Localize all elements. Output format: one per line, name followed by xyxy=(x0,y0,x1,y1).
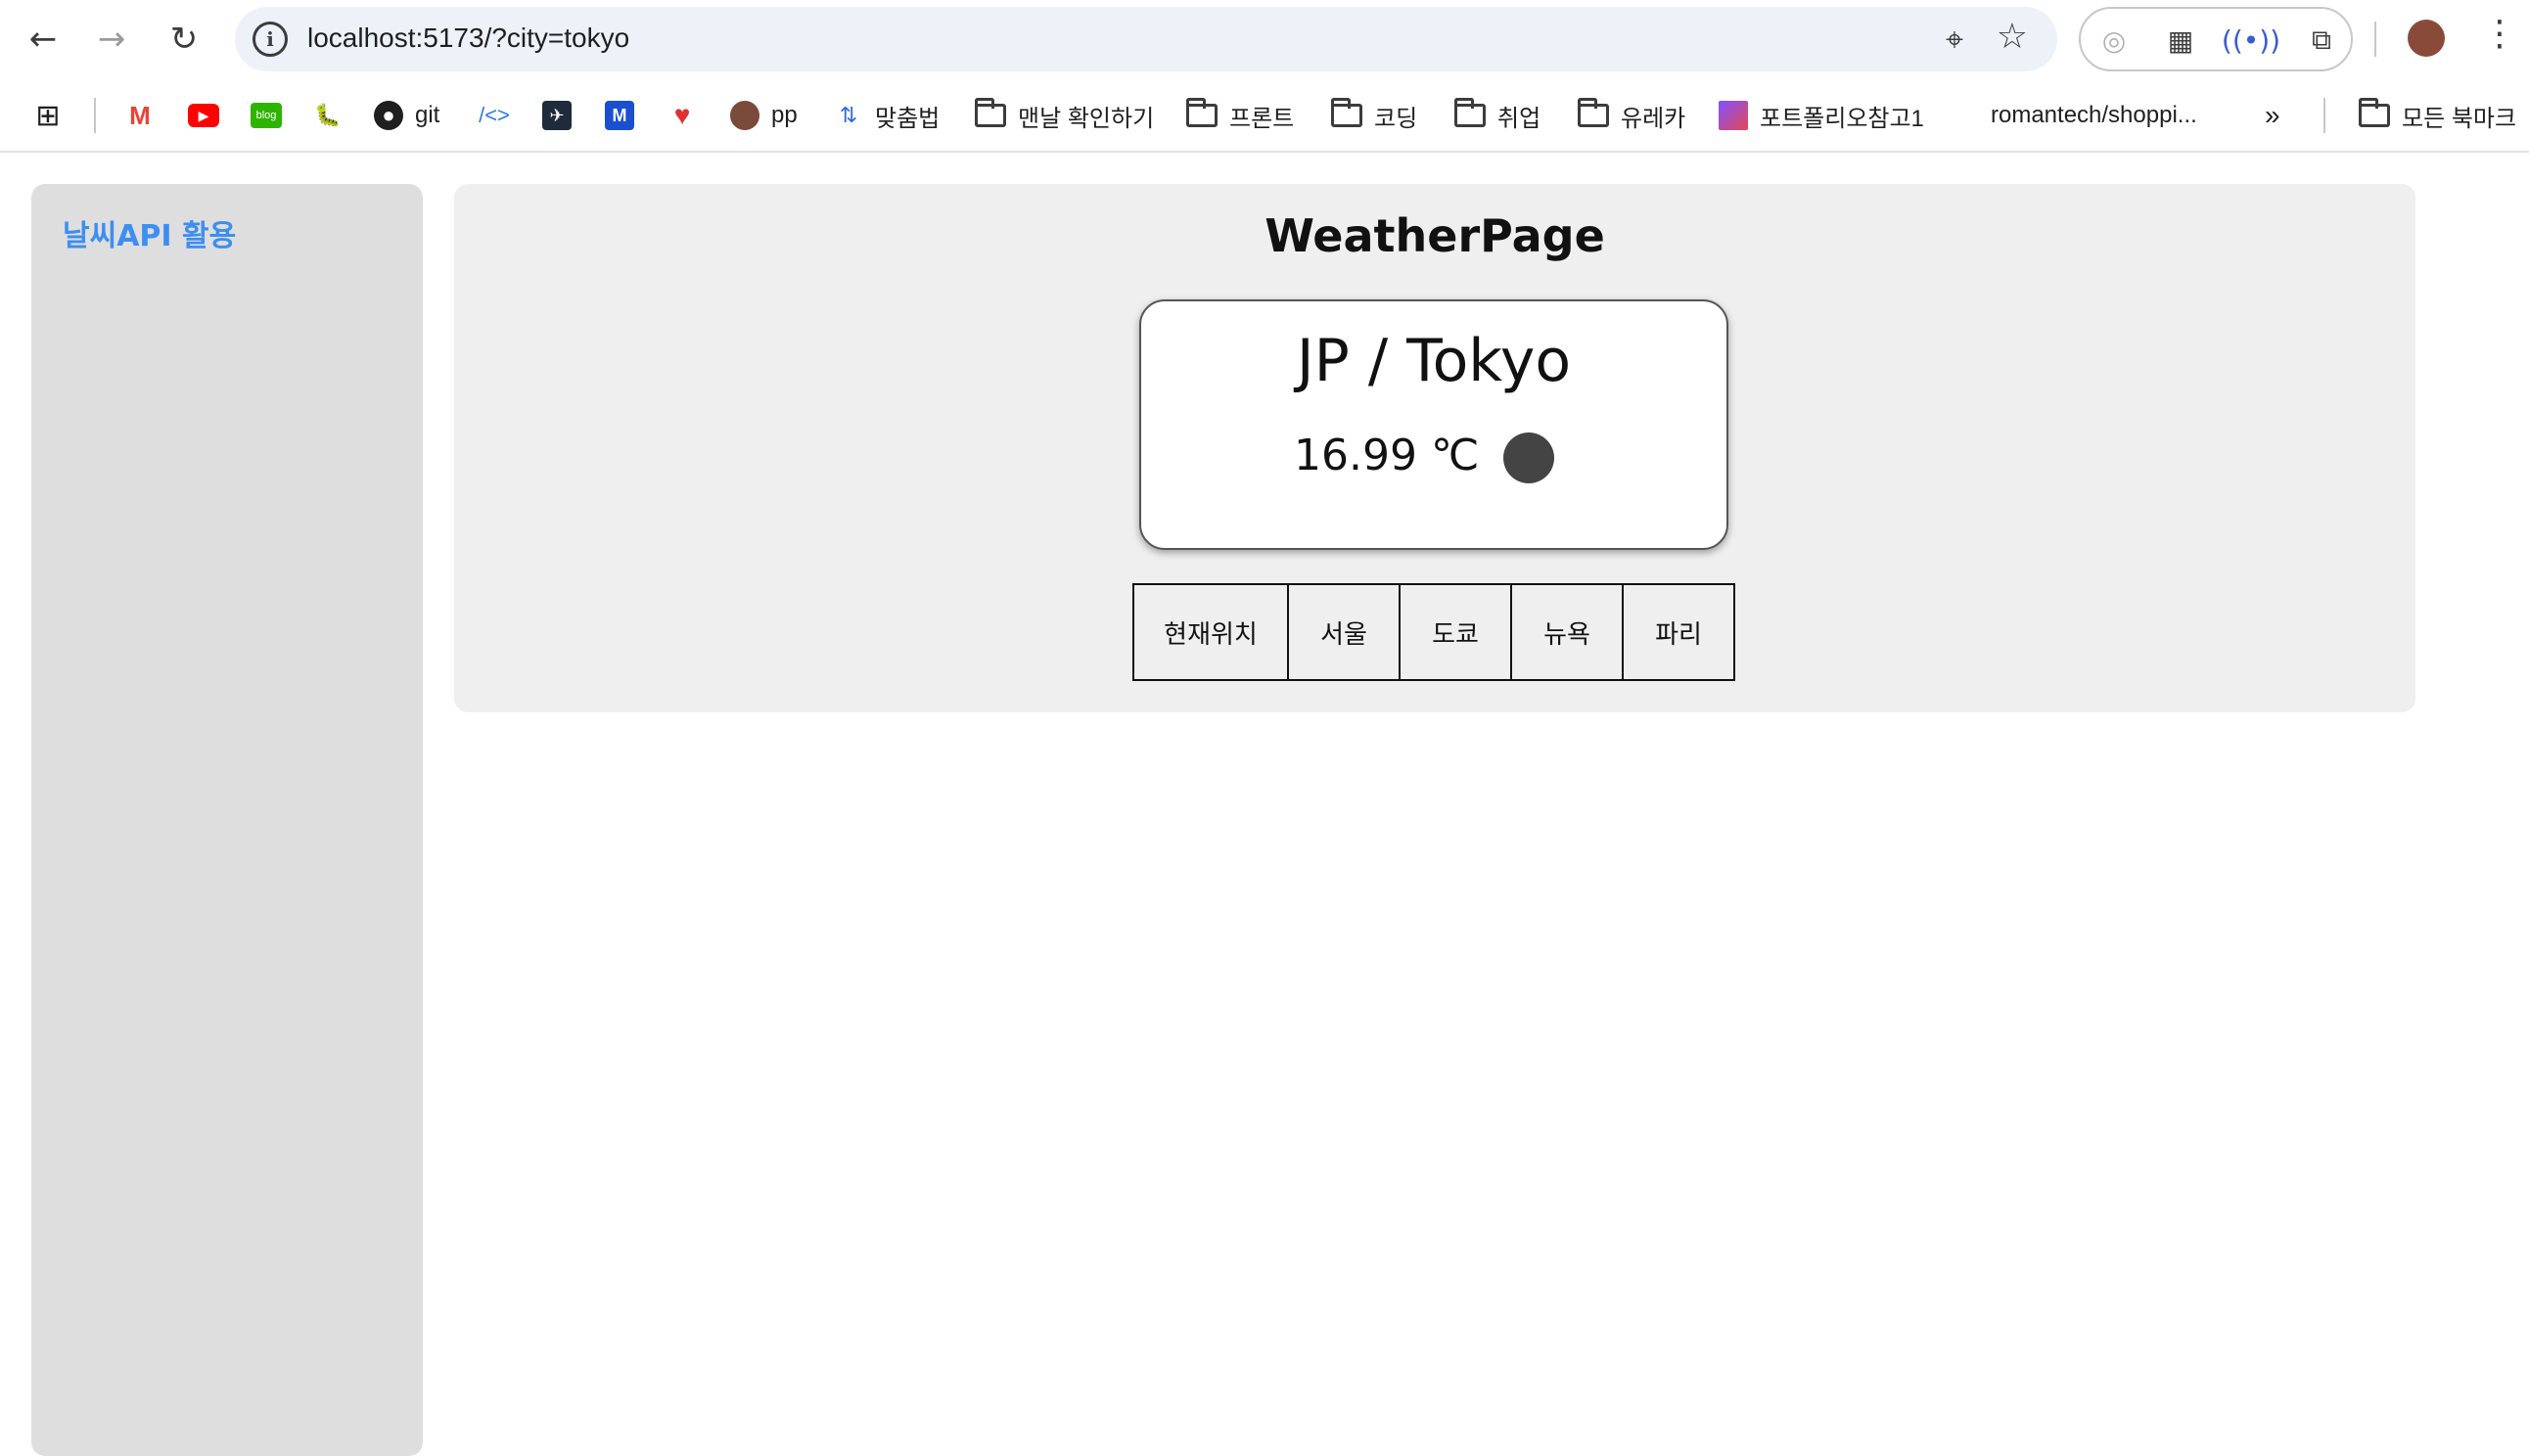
code-icon: /<> xyxy=(479,103,510,127)
apps-grid-icon[interactable]: ⊞ xyxy=(33,98,63,133)
weather-status-icon xyxy=(1503,432,1554,483)
reload-icon[interactable]: ↻ xyxy=(161,16,207,63)
extension-broadcast-icon[interactable]: ((•)) xyxy=(2222,21,2280,60)
kotlin-icon xyxy=(1719,101,1748,130)
new-york-button[interactable]: 뉴욕 xyxy=(1510,583,1624,681)
bookmark-gmail[interactable]: M xyxy=(125,98,155,133)
bookmark-code[interactable]: /<> xyxy=(479,98,510,133)
bookmark-bird[interactable]: ✈ xyxy=(542,98,572,133)
paris-button[interactable]: 파리 xyxy=(1622,583,1735,681)
bookmark-bug[interactable]: 🐛 xyxy=(313,98,343,133)
sidebar: 날씨API 활용 xyxy=(31,184,423,1456)
youtube-icon: ▶ xyxy=(188,104,219,127)
location-pin-icon[interactable]: ⌖ xyxy=(1946,21,1963,59)
m-icon: M xyxy=(605,101,634,130)
city-button-group: 현재위치 서울 도쿄 뉴욕 파리 xyxy=(1132,583,1735,681)
extension-circle-icon[interactable]: ◎ xyxy=(2094,21,2134,60)
more-bookmarks-chevron-icon[interactable]: » xyxy=(2265,98,2280,133)
forward-arrow-icon[interactable]: → xyxy=(88,16,135,63)
blog-icon: blog xyxy=(251,103,282,128)
current-location-button[interactable]: 현재위치 xyxy=(1132,583,1289,681)
folder-icon xyxy=(1186,98,1218,127)
bug-icon: 🐛 xyxy=(314,103,342,127)
bookmark-git[interactable]: ● git xyxy=(374,98,439,133)
folder-icon xyxy=(975,98,1006,127)
page-content: 날씨API 활용 WeatherPage JP / Tokyo 16.99 ℃ … xyxy=(0,155,2529,1456)
browser-toolbar: ← → ↻ i localhost:5173/?city=tokyo ⌖ ☆ ◎… xyxy=(0,0,2529,78)
site-info-icon[interactable]: i xyxy=(253,22,288,57)
avatar-icon xyxy=(730,101,759,130)
bookmark-pp[interactable]: pp xyxy=(730,98,798,133)
bookmark-folder-daily[interactable]: 맨날 확인하기 xyxy=(975,98,1154,133)
weather-panel: WeatherPage JP / Tokyo 16.99 ℃ 현재위치 서울 도… xyxy=(454,184,2415,712)
bookmark-spellcheck[interactable]: ⇅ 맞춤법 xyxy=(834,98,940,133)
heart-icon: ♥ xyxy=(673,100,691,130)
weather-location: JP / Tokyo xyxy=(1296,327,1572,395)
bookmarks-divider xyxy=(2323,98,2325,133)
folder-icon xyxy=(2359,98,2390,127)
gmail-icon: M xyxy=(129,100,151,130)
tokyo-button[interactable]: 도쿄 xyxy=(1399,583,1512,681)
folder-icon xyxy=(1578,98,1609,127)
bookmark-m[interactable]: M xyxy=(605,98,634,133)
bookmark-folder-eureka[interactable]: 유레카 xyxy=(1578,98,1685,133)
bookmarks-bar: ⊞ M ▶ blog 🐛 ● git /<> ✈ M ♥ pp ⇅ 맞춤법 맨날 확… xyxy=(0,78,2529,153)
github-icon: ● xyxy=(374,101,403,130)
bookmark-portfolio[interactable]: 포트폴리오참고1 xyxy=(1719,98,1924,133)
bookmarks-divider xyxy=(94,98,96,133)
more-menu-icon[interactable]: ⋮ xyxy=(2482,14,2517,54)
folder-icon xyxy=(1454,98,1486,127)
bookmark-blog[interactable]: blog xyxy=(251,98,282,133)
profile-avatar[interactable] xyxy=(2408,20,2445,57)
bookmark-folder-front[interactable]: 프론트 xyxy=(1186,98,1294,133)
folder-icon xyxy=(1331,98,1362,127)
bookmark-folder-coding[interactable]: 코딩 xyxy=(1331,98,1417,133)
bird-icon: ✈ xyxy=(542,101,572,130)
url-text[interactable]: localhost:5173/?city=tokyo xyxy=(307,23,629,54)
weather-temperature: 16.99 ℃ xyxy=(1294,431,1480,480)
seoul-button[interactable]: 서울 xyxy=(1287,583,1401,681)
extensions-group: ◎ ▦ ((•)) ⧉ xyxy=(2079,7,2353,71)
bookmark-all[interactable]: 모든 북마크 xyxy=(2359,98,2516,133)
bookmark-folder-job[interactable]: 취업 xyxy=(1454,98,1540,133)
address-bar[interactable]: i localhost:5173/?city=tokyo ⌖ ☆ xyxy=(235,7,2057,71)
toolbar-divider xyxy=(2374,22,2376,57)
page-title: WeatherPage xyxy=(1264,209,1605,262)
bookmark-star-icon[interactable]: ☆ xyxy=(1997,17,2028,57)
puzzle-icon[interactable]: ⧉ xyxy=(2302,21,2341,60)
bookmark-heart[interactable]: ♥ xyxy=(667,98,697,133)
back-arrow-icon[interactable]: ← xyxy=(20,16,67,63)
sidebar-title[interactable]: 날씨API 활용 xyxy=(63,211,236,254)
weather-card: JP / Tokyo 16.99 ℃ xyxy=(1139,299,1728,550)
bookmark-romantech[interactable]: romantech/shoppi... xyxy=(1991,98,2197,133)
spell-icon: ⇅ xyxy=(839,103,858,127)
bookmark-youtube[interactable]: ▶ xyxy=(188,98,219,133)
qr-code-icon[interactable]: ▦ xyxy=(2161,21,2200,60)
